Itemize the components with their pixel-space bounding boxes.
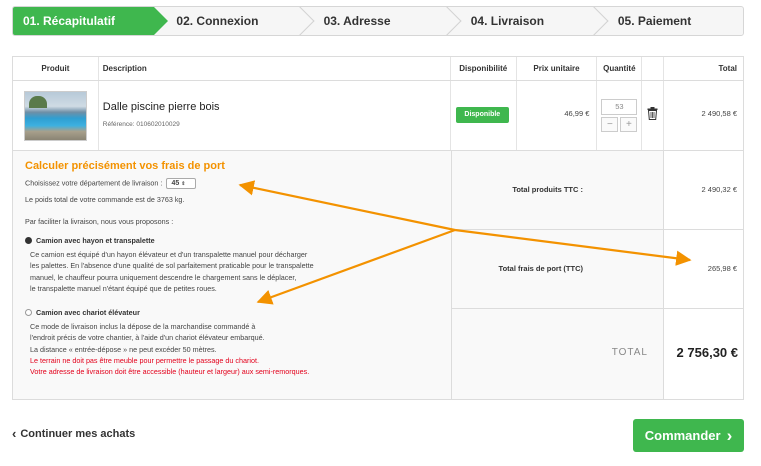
quantity-plus-button[interactable]: + (620, 117, 638, 132)
chevron-left-icon: ‹ (12, 426, 17, 441)
header-disponibilite: Disponibilité (451, 57, 517, 80)
table-row: Dalle piscine pierre bois Référence: 010… (13, 81, 743, 151)
step-recapitulatif[interactable]: 01. Récapitulatif (13, 7, 169, 35)
option-hayon-line: Ce camion est équipé d'un hayon élévateu… (30, 250, 308, 259)
product-total: 2 490,58 € (701, 109, 737, 118)
option-chariot-line: La distance « entrée-dépose » ne peut ex… (30, 344, 217, 354)
header-produit: Produit (13, 57, 99, 80)
header-quantite: Quantité (597, 57, 643, 80)
radio-chariot[interactable] (25, 309, 32, 316)
option-chariot-warning: Le terrain ne doit pas être meuble pour … (30, 355, 259, 365)
products-total-label: Total produits TTC : (512, 185, 583, 194)
grand-total-value: 2 756,30 € (676, 345, 738, 360)
step-adresse[interactable]: 03. Adresse (302, 7, 449, 35)
radio-hayon[interactable] (25, 237, 32, 244)
product-thumbnail[interactable] (24, 91, 87, 141)
shipping-calculator: Calculer précisément vos frais de port C… (13, 151, 452, 399)
weight-text: Le poids total de votre commande est de … (25, 195, 185, 204)
unit-price: 46,99 € (564, 109, 590, 118)
cart-table: Produit Description Disponibilité Prix u… (12, 56, 744, 400)
product-name[interactable]: Dalle piscine pierre bois (103, 101, 220, 113)
step-paiement[interactable]: 05. Paiement (596, 7, 743, 35)
select-arrows-icon: ⇕ (181, 181, 186, 187)
option-chariot-warning: Votre adresse de livraison doit être acc… (30, 367, 310, 377)
header-empty (642, 57, 665, 80)
checkout-steps: 01. Récapitulatif 02. Connexion 03. Adre… (12, 6, 744, 36)
shipping-total-label: Total frais de port (TTC) (498, 264, 583, 273)
products-total-value: 2 490,32 € (701, 185, 737, 194)
table-header: Produit Description Disponibilité Prix u… (13, 57, 743, 81)
intro-text: Par faciliter la livraison, nous vous pr… (25, 217, 174, 226)
step-livraison[interactable]: 04. Livraison (449, 7, 596, 35)
header-total: Total (718, 64, 737, 73)
order-label: Commander (644, 428, 721, 443)
shipping-title: Calculer précisément vos frais de port (25, 160, 225, 172)
availability-badge: Disponible (455, 107, 509, 123)
grand-total-label: TOTAL (611, 347, 648, 358)
header-description: Description (99, 57, 451, 80)
step-connexion[interactable]: 02. Connexion (154, 7, 301, 35)
department-value: 45 (171, 180, 180, 187)
option-hayon-line: les palettes. En l'absence d'une qualité… (30, 261, 314, 271)
header-prix-unitaire: Prix unitaire (517, 57, 598, 80)
department-select[interactable]: 45 ⇕ (166, 178, 197, 189)
trash-icon[interactable] (647, 107, 658, 120)
continue-shopping-link[interactable]: ‹ Continuer mes achats (12, 426, 135, 441)
option-chariot-title: Camion avec chariot élévateur (36, 308, 140, 317)
shipping-total-value: 265,98 € (707, 264, 737, 273)
chevron-right-icon: › (726, 425, 733, 445)
order-button[interactable]: Commander › (633, 419, 744, 452)
option-hayon-line: manuel, le chauffeur pourra uniquement d… (30, 272, 297, 282)
option-hayon-title: Camion avec hayon et transpalette (36, 236, 155, 245)
option-chariot-line: Ce mode de livraison inclus la dépose de… (30, 322, 256, 331)
order-summary: Total produits TTC : 2 490,32 € Total fr… (452, 151, 743, 399)
option-chariot-line: l'endroit précis de votre chantier, à l'… (30, 333, 265, 343)
department-label: Choisissez votre département de livraiso… (25, 178, 163, 188)
shipping-option-hayon[interactable]: Camion avec hayon et transpalette Ce cam… (25, 236, 314, 294)
quantity-minus-button[interactable]: − (601, 117, 619, 132)
shipping-option-chariot[interactable]: Camion avec chariot élévateur Ce mode de… (25, 308, 309, 377)
quantity-input[interactable]: 53 (601, 99, 638, 115)
department-row: Choisissez votre département de livraiso… (25, 178, 197, 189)
continue-label: Continuer mes achats (20, 427, 136, 440)
product-reference: Référence: 010602010029 (102, 121, 180, 128)
option-hayon-line: le transpalette manuel n'étant équipé qu… (30, 283, 217, 293)
